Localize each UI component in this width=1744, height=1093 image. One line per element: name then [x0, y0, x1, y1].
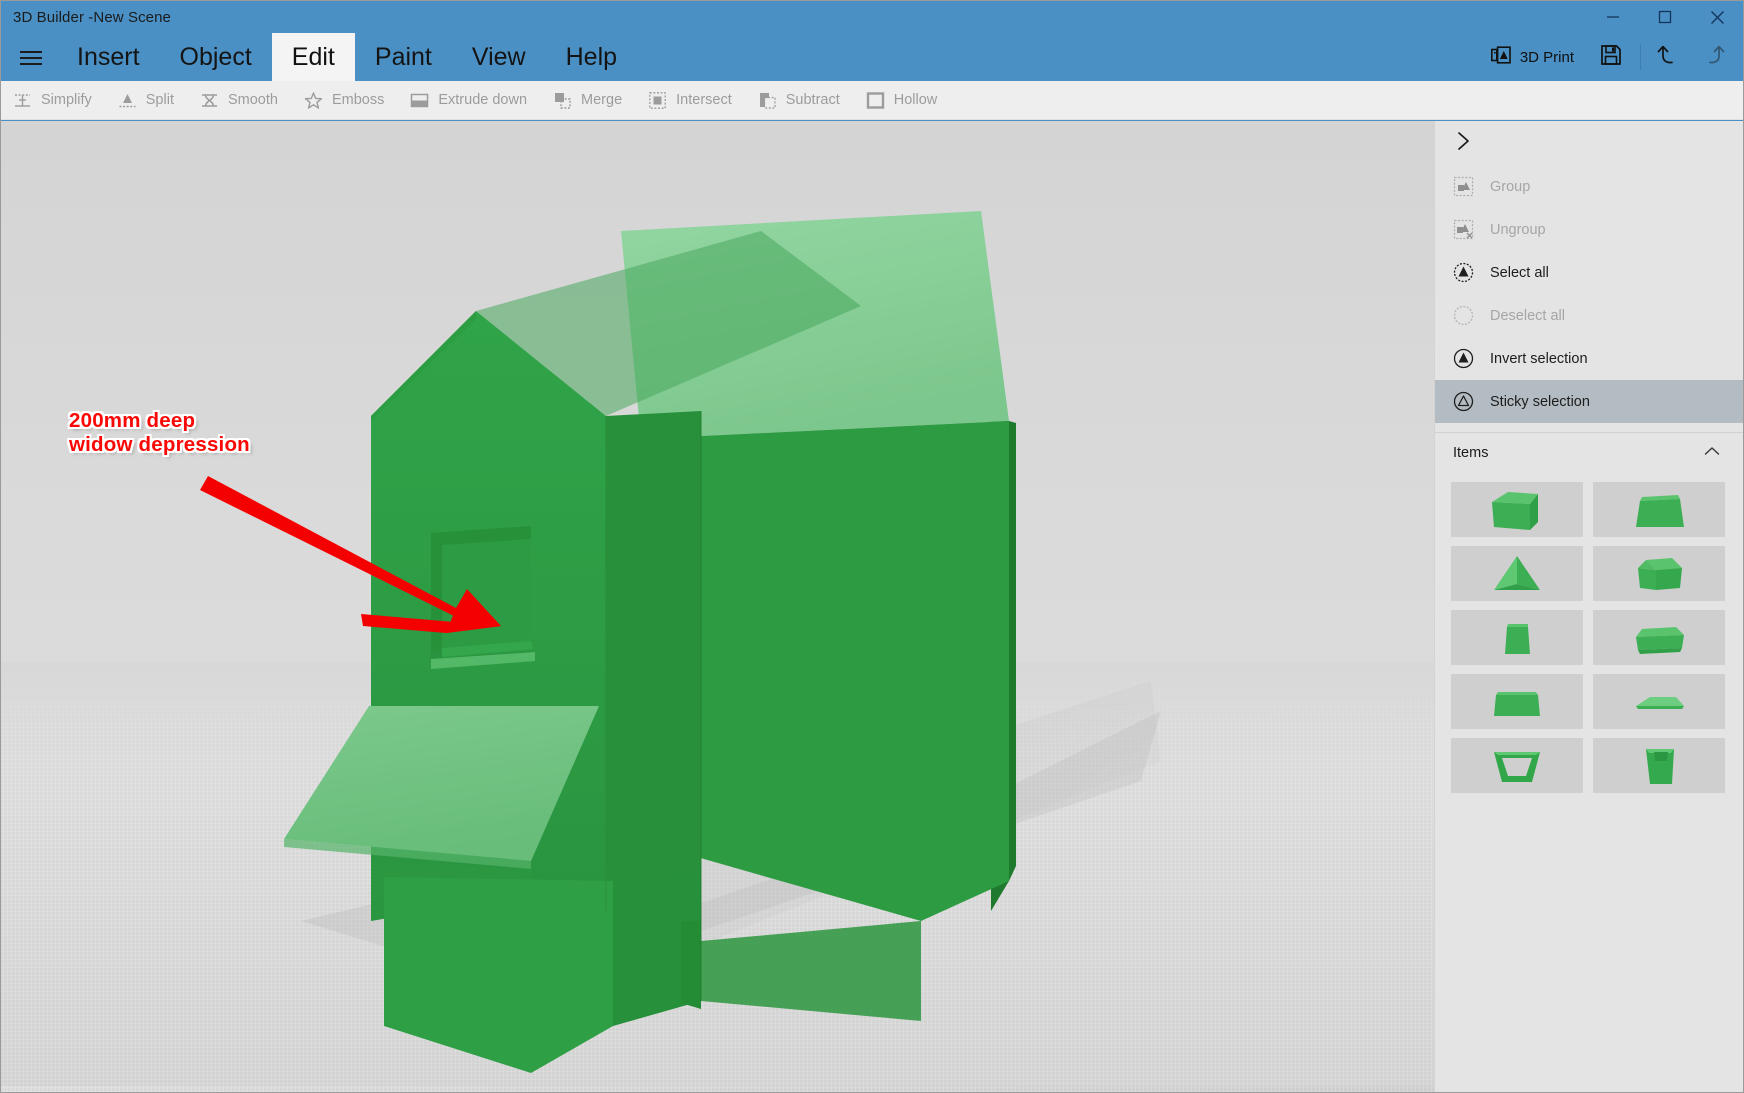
sidebar-item-ungroup-label: Ungroup	[1490, 221, 1546, 238]
3d-print-icon	[1490, 45, 1511, 69]
ribbon-divider	[1640, 44, 1641, 70]
minimize-button[interactable]	[1587, 1, 1639, 33]
emboss-label: Emboss	[331, 92, 385, 108]
items-thumbnail-grid	[1435, 472, 1743, 793]
app-window: 3D Builder -New Scene Insert Object Edit	[0, 0, 1744, 1093]
slab-shape-thumb[interactable]	[1451, 610, 1583, 665]
hollow-command[interactable]: Hollow	[854, 81, 952, 120]
save-button[interactable]	[1588, 33, 1634, 81]
redo-button[interactable]	[1691, 33, 1735, 81]
tab-object[interactable]: Object	[160, 33, 272, 81]
sidebar-item-select-all[interactable]: Select all	[1435, 251, 1743, 294]
window-title: 3D Builder -New Scene	[13, 9, 172, 26]
ribbon-bar: Insert Object Edit Paint View Help 3D Pr…	[1, 33, 1743, 81]
items-panel-title: Items	[1453, 444, 1489, 461]
tab-help[interactable]: Help	[546, 33, 637, 81]
deselect-all-icon	[1453, 305, 1474, 326]
merge-label: Merge	[581, 92, 623, 108]
subtract-command[interactable]: Subtract	[746, 81, 854, 120]
edit-command-bar: Simplify Split Smooth Emboss Extrude dow…	[1, 81, 1743, 120]
intersect-label: Intersect	[676, 92, 732, 108]
save-floppy-icon	[1600, 44, 1622, 71]
subtract-label: Subtract	[785, 92, 840, 108]
menu-tabs: Insert Object Edit Paint View Help	[57, 33, 637, 81]
undo-button[interactable]	[1647, 33, 1691, 81]
right-sidebar: Group Ungroup Select all Deselect all In…	[1434, 121, 1743, 1092]
tab-view[interactable]: View	[452, 33, 546, 81]
sidebar-item-invert-selection-label: Invert selection	[1490, 350, 1588, 367]
undo-arrow-icon	[1656, 43, 1682, 72]
split-icon	[118, 91, 137, 110]
bucket-shape-thumb[interactable]	[1593, 738, 1725, 793]
simplify-icon	[13, 91, 32, 110]
panel-expand-button[interactable]	[1435, 121, 1743, 165]
close-icon	[1710, 10, 1725, 25]
sidebar-item-deselect-all-label: Deselect all	[1490, 307, 1565, 324]
maximize-button[interactable]	[1639, 1, 1691, 33]
annotation-line-2: widow depression	[69, 433, 250, 457]
green-house-model[interactable]	[1, 121, 1435, 1092]
open-frame-thumb[interactable]	[1451, 738, 1583, 793]
split-command[interactable]: Split	[106, 81, 188, 120]
merge-command[interactable]: Merge	[541, 81, 636, 120]
subtract-icon	[758, 91, 777, 110]
extrude-down-command[interactable]: Extrude down	[398, 81, 541, 120]
hamburger-icon[interactable]	[9, 33, 49, 81]
sidebar-item-ungroup[interactable]: Ungroup	[1435, 208, 1743, 251]
smooth-icon	[200, 91, 219, 110]
sidebar-item-group[interactable]: Group	[1435, 165, 1743, 208]
close-button[interactable]	[1691, 1, 1743, 33]
split-label: Split	[145, 92, 174, 108]
tab-edit[interactable]: Edit	[271, 33, 355, 81]
sidebar-item-select-all-label: Select all	[1490, 264, 1549, 281]
ungroup-icon	[1453, 219, 1474, 240]
sidebar-item-sticky-selection-label: Sticky selection	[1490, 393, 1590, 410]
extrude-down-label: Extrude down	[438, 92, 528, 108]
3d-print-button[interactable]: 3D Print	[1477, 33, 1588, 81]
intersect-command[interactable]: Intersect	[636, 81, 746, 120]
sidebar-item-sticky-selection[interactable]: Sticky selection	[1435, 380, 1743, 423]
emboss-star-icon	[304, 91, 323, 110]
sidebar-item-deselect-all[interactable]: Deselect all	[1435, 294, 1743, 337]
minimize-icon	[1606, 10, 1620, 24]
simplify-command[interactable]: Simplify	[1, 81, 106, 120]
emboss-command[interactable]: Emboss	[292, 81, 398, 120]
extrude-down-icon	[410, 91, 429, 110]
3d-viewport[interactable]: 200mm deep widow depression	[1, 121, 1435, 1092]
select-all-icon	[1453, 262, 1474, 283]
hollow-icon	[866, 91, 885, 110]
tab-paint[interactable]: Paint	[355, 33, 452, 81]
items-panel-header[interactable]: Items	[1435, 432, 1743, 472]
intersect-icon	[648, 91, 667, 110]
flat-box-thumb[interactable]	[1593, 610, 1725, 665]
sidebar-item-group-label: Group	[1490, 178, 1531, 195]
annotation-line-1: 200mm deep	[69, 409, 196, 432]
invert-selection-icon	[1453, 348, 1474, 369]
smooth-command[interactable]: Smooth	[188, 81, 292, 120]
group-icon	[1453, 176, 1474, 197]
redo-arrow-icon	[1700, 43, 1726, 72]
smooth-label: Smooth	[227, 92, 278, 108]
wide-block-thumb[interactable]	[1451, 674, 1583, 729]
maximize-icon	[1658, 10, 1672, 24]
pyramid-shape-thumb[interactable]	[1451, 546, 1583, 601]
tab-insert[interactable]: Insert	[57, 33, 160, 81]
ribbon-actions: 3D Print	[1477, 33, 1743, 81]
status-line	[1, 1086, 1435, 1092]
chevron-up-icon[interactable]	[1703, 444, 1721, 462]
merge-icon	[553, 91, 572, 110]
3d-print-label: 3D Print	[1519, 48, 1574, 66]
simplify-label: Simplify	[41, 92, 92, 108]
sticky-selection-icon	[1453, 391, 1474, 412]
title-bar: 3D Builder -New Scene	[1, 1, 1743, 33]
wedge-shape-thumb[interactable]	[1593, 546, 1725, 601]
hollow-label: Hollow	[893, 92, 938, 108]
chevron-right-icon	[1455, 130, 1472, 157]
trapezoid-shape-thumb[interactable]	[1593, 482, 1725, 537]
house-shape-thumb[interactable]	[1451, 482, 1583, 537]
thin-plate-thumb[interactable]	[1593, 674, 1725, 729]
sidebar-item-invert-selection[interactable]: Invert selection	[1435, 337, 1743, 380]
annotation-text: 200mm deep widow depression	[69, 409, 250, 457]
